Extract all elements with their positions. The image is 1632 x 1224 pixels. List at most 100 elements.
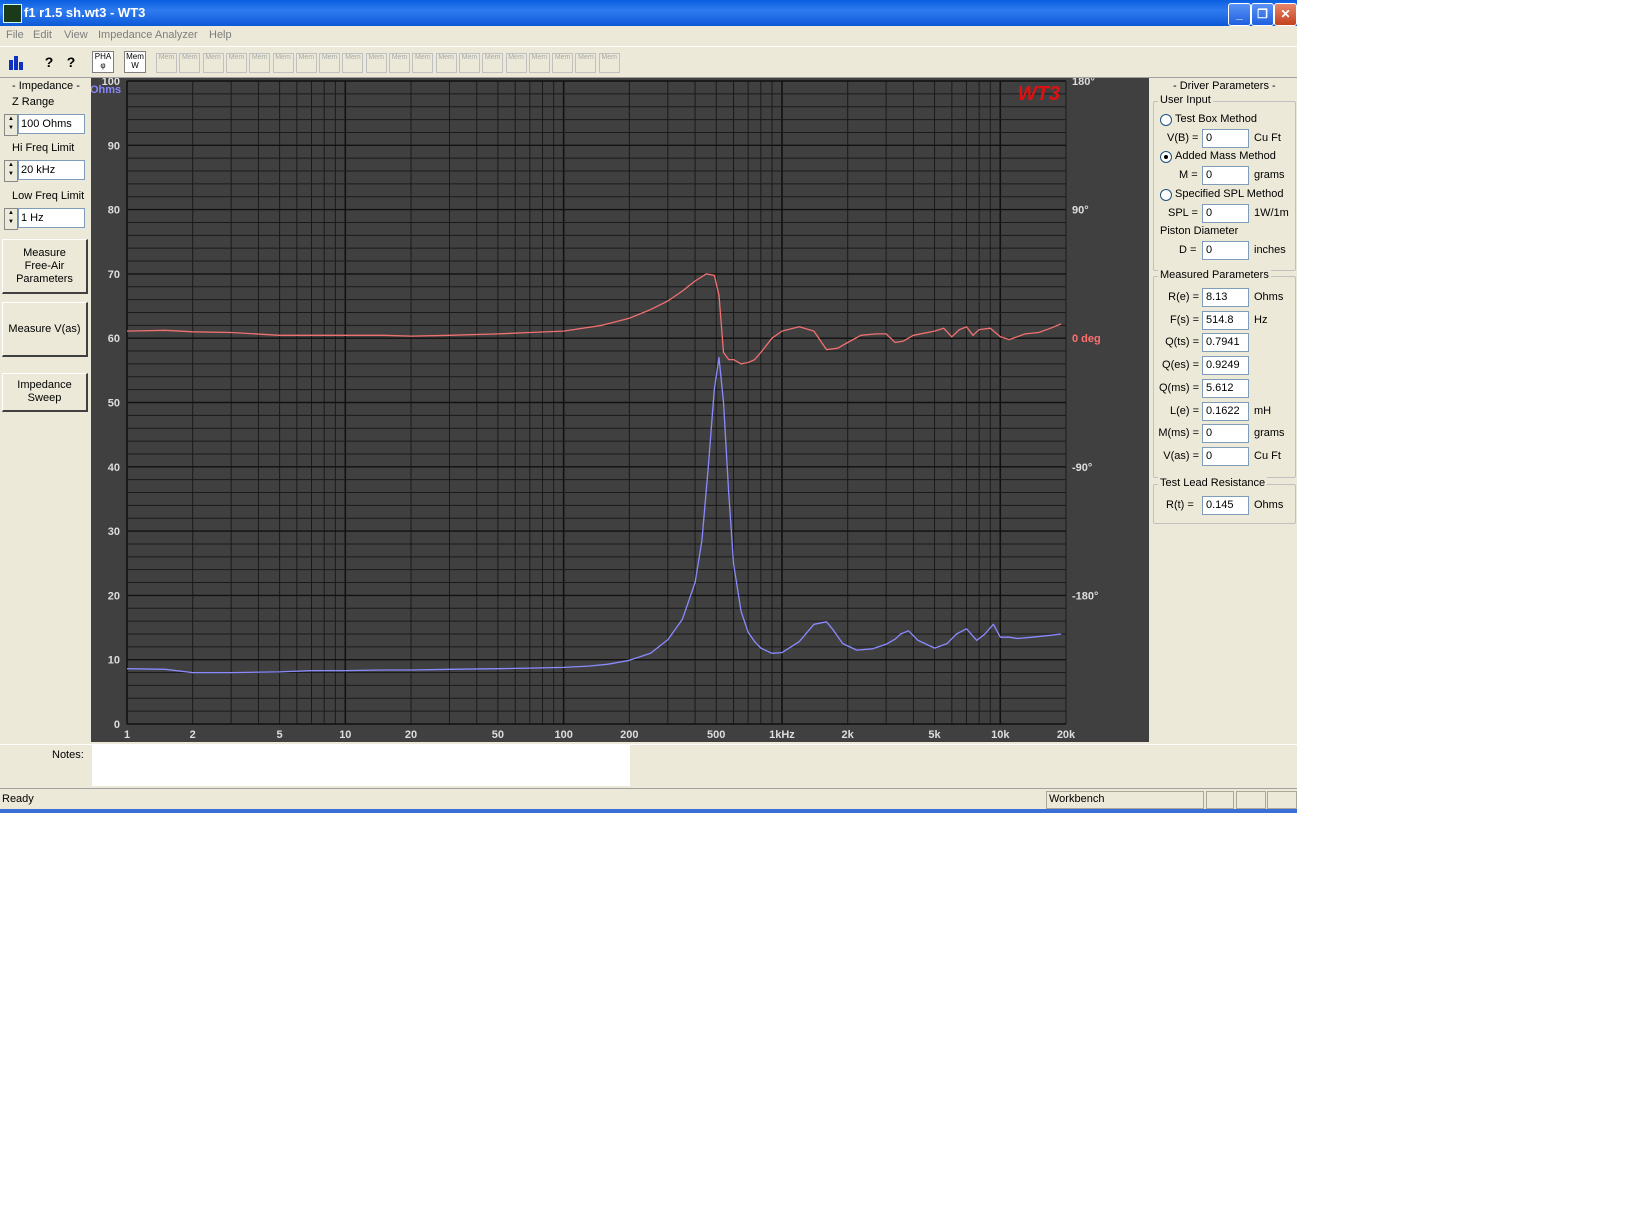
vb-input[interactable]: 0: [1202, 129, 1249, 148]
memory-slot-button[interactable]: Mem: [202, 53, 224, 73]
memory-slot-button[interactable]: Mem: [179, 53, 201, 73]
memory-slot-button[interactable]: Mem: [389, 53, 410, 73]
title-bar: f1 r1.5 sh.wt3 - WT3 _ ❐ ✕: [0, 0, 1297, 26]
z-range-label: Z Range: [12, 96, 55, 108]
measured-param-value[interactable]: 0.9249: [1202, 356, 1249, 376]
restore-icon[interactable]: ❐: [1251, 3, 1274, 26]
menu-help[interactable]: Help: [209, 29, 232, 41]
memory-slot-button[interactable]: Mem: [575, 53, 597, 73]
measured-parameters-group: Measured Parameters R(e) = 8.13 Ohms F(s) =…: [1153, 269, 1296, 478]
measured-param-label: Q(ms) =: [1158, 381, 1199, 394]
rt-label: R(t) =: [1166, 499, 1194, 511]
spl-method-label: Specified SPL Method: [1175, 188, 1284, 200]
memory-slot-button[interactable]: Mem: [482, 53, 504, 73]
mem-w-button[interactable]: Mem W: [124, 51, 146, 73]
driver-parameters-panel: - Driver Parameters - User Input Test Bo…: [1150, 76, 1297, 744]
impedance-chart: 0 10 20 30 40 50 60 70 80 90 100 Ohms 180° 90° 0 deg -9…: [91, 78, 1149, 742]
x-tick-label: 1: [124, 729, 130, 741]
z-range-spinner[interactable]: ▲ ▼ 100 Ohms: [4, 114, 85, 136]
spinner-arrows-icon[interactable]: ▲ ▼: [4, 208, 18, 230]
memory-slot-button[interactable]: Mem: [225, 53, 247, 73]
help-icon[interactable]: ?: [38, 51, 60, 73]
menu-view[interactable]: View: [64, 29, 88, 41]
memory-slot-button[interactable]: Mem: [435, 53, 457, 73]
hi-freq-value[interactable]: 20 kHz: [18, 160, 85, 180]
measured-param-value[interactable]: 0.1622: [1202, 401, 1249, 421]
user-input-legend: User Input: [1158, 94, 1213, 106]
memory-slot-button[interactable]: Mem: [295, 53, 317, 73]
menu-file[interactable]: File: [6, 29, 24, 41]
toolbar: ? ? PHA φ Mem W Mem Mem Mem Mem Mem Mem Mem Mem Me…: [0, 46, 1297, 78]
measured-param-label: Q(ts) =: [1165, 336, 1199, 349]
minimize-icon[interactable]: _: [1228, 3, 1251, 26]
x-tick-label: 100: [554, 729, 572, 741]
memory-slot-button[interactable]: Mem: [528, 53, 550, 73]
status-bar: Ready Workbench: [0, 788, 1297, 810]
x-tick-label: 10k: [991, 729, 1010, 741]
measure-vas-button[interactable]: Measure V(as): [2, 302, 88, 357]
measured-param-label: L(e) =: [1169, 404, 1199, 417]
menu-impedance-analyzer[interactable]: Impedance Analyzer: [98, 29, 198, 41]
status-pane-label: Workbench: [1049, 793, 1105, 805]
measured-param-value[interactable]: 0: [1202, 446, 1249, 466]
measured-param-unit: mH: [1254, 404, 1272, 417]
memory-slot-button[interactable]: Mem: [249, 53, 271, 73]
impedance-sweep-button[interactable]: Impedance Sweep: [2, 373, 88, 412]
app-icon: [3, 4, 22, 23]
low-freq-value[interactable]: 1 Hz: [18, 208, 85, 228]
memory-slot-button[interactable]: Mem: [598, 53, 620, 73]
x-tick-label: 200: [620, 729, 638, 741]
x-tick-label: 5: [277, 729, 283, 741]
y-left-tick-label: 10: [108, 655, 120, 667]
measured-param-label: R(e) =: [1168, 291, 1199, 303]
notes-area: Notes:: [0, 744, 1297, 789]
phase-toggle-button[interactable]: PHA φ: [92, 51, 114, 73]
piston-diameter-label: Piston Diameter: [1160, 225, 1239, 237]
m-input[interactable]: 0: [1202, 166, 1249, 185]
user-input-group: User Input Test Box Method V(B) = 0 Cu F…: [1153, 94, 1296, 271]
hi-freq-spinner[interactable]: ▲ ▼ 20 kHz: [4, 160, 85, 182]
notes-textarea[interactable]: [92, 745, 630, 786]
m-unit: grams: [1254, 169, 1285, 181]
measured-param-value[interactable]: 8.13: [1202, 288, 1249, 307]
memory-slot-button[interactable]: Mem: [458, 53, 480, 73]
spl-input[interactable]: 0: [1202, 204, 1249, 223]
memory-slot-button[interactable]: Mem: [552, 53, 574, 73]
measured-param-label: F(s) =: [1169, 313, 1199, 326]
app-window: f1 r1.5 sh.wt3 - WT3 _ ❐ ✕ File Edit Vie…: [0, 0, 1297, 813]
spinner-arrows-icon[interactable]: ▲ ▼: [4, 160, 18, 182]
z-range-value[interactable]: 100 Ohms: [18, 114, 85, 134]
low-freq-spinner[interactable]: ▲ ▼ 1 Hz: [4, 208, 85, 230]
y-left-tick-label: 30: [108, 526, 120, 538]
measured-param-value[interactable]: 5.612: [1202, 378, 1249, 398]
d-input[interactable]: 0: [1202, 241, 1249, 260]
chart-icon[interactable]: [6, 51, 28, 73]
measured-param-value[interactable]: 0.7941: [1202, 333, 1249, 353]
status-pane-2: [1206, 791, 1234, 809]
memory-slot-button[interactable]: Mem: [365, 53, 387, 73]
memory-slot-button[interactable]: Mem: [342, 53, 364, 73]
spinner-arrows-icon[interactable]: ▲ ▼: [4, 114, 18, 136]
spl-method-radio[interactable]: [1160, 189, 1172, 201]
mem-w-label: Mem: [126, 52, 144, 61]
x-tick-label: 500: [707, 729, 725, 741]
memory-slot-button[interactable]: Mem: [272, 53, 294, 73]
measured-param-value[interactable]: 0: [1202, 424, 1249, 444]
d-label: D =: [1179, 244, 1197, 256]
status-pane-workbench: Workbench: [1046, 791, 1204, 809]
test-lead-group: Test Lead Resistance R(t) = 0.145 Ohms: [1153, 477, 1296, 524]
context-help-icon[interactable]: ?: [60, 51, 82, 73]
added-mass-radio[interactable]: [1160, 151, 1172, 163]
close-icon[interactable]: ✕: [1274, 3, 1297, 26]
menu-edit[interactable]: Edit: [33, 29, 52, 41]
memory-slot-button[interactable]: Mem: [505, 53, 527, 73]
memory-slot-button[interactable]: Mem: [412, 53, 434, 73]
rt-input[interactable]: 0.145: [1202, 496, 1249, 515]
test-box-radio[interactable]: [1160, 114, 1172, 126]
memory-slot-button[interactable]: Mem: [156, 53, 177, 73]
y-left-axis-label: Ohms: [91, 84, 121, 96]
d-unit: inches: [1254, 244, 1286, 256]
measured-param-value[interactable]: 514.8: [1202, 310, 1249, 330]
memory-slot-button[interactable]: Mem: [319, 53, 341, 73]
measure-free-air-button[interactable]: Measure Free-Air Parameters: [2, 239, 88, 294]
